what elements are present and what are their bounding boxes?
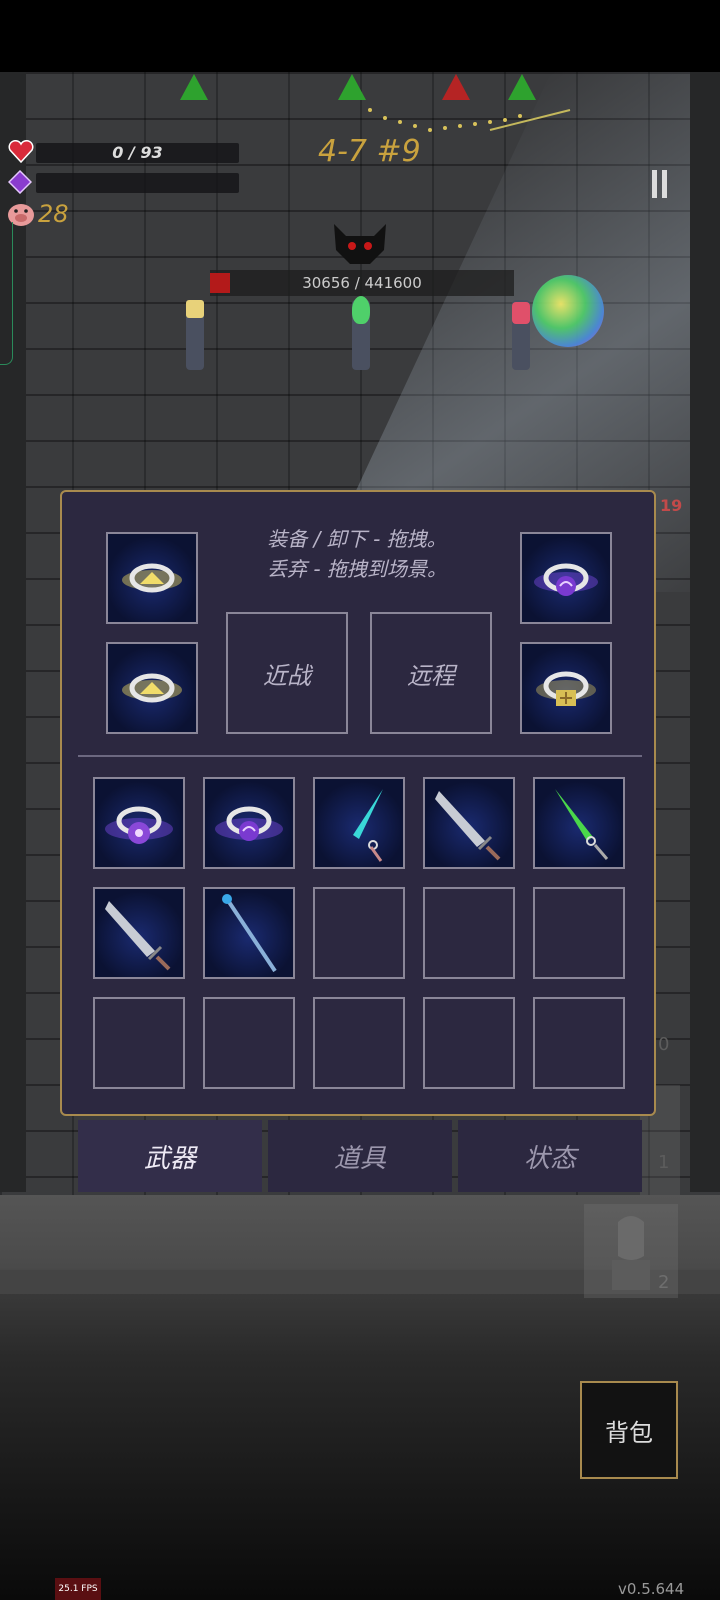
ring-purple-swirl-icon	[534, 563, 598, 596]
melee-label: 近战	[263, 661, 311, 690]
inventory-slot-empty[interactable]	[533, 997, 625, 1089]
inventory-slot[interactable]	[423, 777, 515, 869]
cyan-sword-icon	[353, 789, 383, 862]
tab-items[interactable]: 道具	[268, 1120, 452, 1192]
pause-button[interactable]	[640, 168, 674, 200]
right-wall	[690, 72, 720, 1192]
backpack-button[interactable]: 背包	[580, 1381, 678, 1479]
tab-weapons-label: 武器	[143, 1143, 196, 1174]
grey-greatsword-icon	[105, 901, 171, 971]
blue-staff-icon	[222, 894, 277, 973]
inventory-slot-empty[interactable]	[93, 997, 185, 1089]
mana-crystal-icon	[8, 170, 32, 194]
inventory-hint-equip: 装备 / 卸下 - 拖拽。	[267, 527, 447, 551]
level-indicator: 4-7 #9	[318, 134, 421, 169]
green-crystal-icon[interactable]	[352, 296, 370, 324]
ring-gold-gem-icon	[122, 563, 182, 593]
ring-slot-right-bottom[interactable]	[520, 642, 612, 734]
coin-count: 28	[38, 200, 69, 228]
scroll-pickup-icon[interactable]	[186, 300, 204, 318]
room-marker-green-icon	[338, 74, 366, 100]
inventory-slot-empty[interactable]	[203, 997, 295, 1089]
inventory-slot-empty[interactable]	[313, 887, 405, 979]
dim-counter: 0	[658, 1034, 670, 1055]
inventory-divider	[78, 755, 642, 757]
room-marker-green-icon	[508, 74, 536, 100]
side-drawer[interactable]	[0, 222, 13, 365]
side-number: 19	[660, 496, 683, 515]
ring-purple-flower-icon	[105, 806, 173, 844]
melee-weapon-slot[interactable]: 近战	[226, 612, 348, 734]
room-marker-red-icon	[442, 74, 470, 100]
inventory-slot[interactable]	[93, 887, 185, 979]
ring-slot-left-bottom[interactable]	[106, 642, 198, 734]
tab-weapons[interactable]: 武器	[78, 1120, 262, 1192]
health-text: 0 / 93	[112, 143, 163, 162]
ring-slot-left-top[interactable]	[106, 532, 198, 624]
rainbow-orb-icon[interactable]	[532, 275, 604, 347]
inventory-slot-empty[interactable]	[423, 887, 515, 979]
fps-counter: 25.1 FPS	[55, 1578, 101, 1600]
inventory-slot[interactable]	[313, 777, 405, 869]
boss-health-text: 30656 / 441600	[302, 274, 422, 292]
inventory-hint-drop: 丢弃 - 拖拽到场景。	[267, 557, 447, 581]
tab-items-label: 道具	[333, 1143, 386, 1174]
ring-gold-gem-icon	[122, 673, 182, 703]
green-sword-icon	[555, 789, 609, 860]
tab-status[interactable]: 状态	[458, 1120, 642, 1192]
statue-count: 2	[658, 1272, 670, 1293]
inventory-slot-empty[interactable]	[313, 997, 405, 1089]
red-potion-icon[interactable]	[512, 302, 530, 324]
ring-gold-cross-icon	[536, 671, 596, 706]
quick-slot-1-count: 1	[658, 1152, 670, 1173]
ring-purple-swirl-icon	[215, 806, 283, 841]
inventory-slot[interactable]	[203, 777, 295, 869]
backpack-label: 背包	[605, 1418, 653, 1447]
inventory-slot-empty[interactable]	[533, 887, 625, 979]
inventory-slot[interactable]	[533, 777, 625, 869]
ring-slot-right-top[interactable]	[520, 532, 612, 624]
heart-icon	[8, 140, 34, 164]
inventory-slot-empty[interactable]	[423, 997, 515, 1089]
mana-bar	[36, 173, 239, 193]
tab-status-label: 状态	[523, 1143, 576, 1174]
boss-icon	[334, 224, 386, 264]
room-marker-green-icon	[180, 74, 208, 100]
ranged-weapon-slot[interactable]: 远程	[370, 612, 492, 734]
version-label: v0.5.644	[618, 1580, 685, 1598]
ranged-label: 远程	[407, 661, 455, 690]
inventory-slot[interactable]	[93, 777, 185, 869]
grey-greatsword-icon	[435, 791, 501, 861]
inventory-slot[interactable]	[203, 887, 295, 979]
